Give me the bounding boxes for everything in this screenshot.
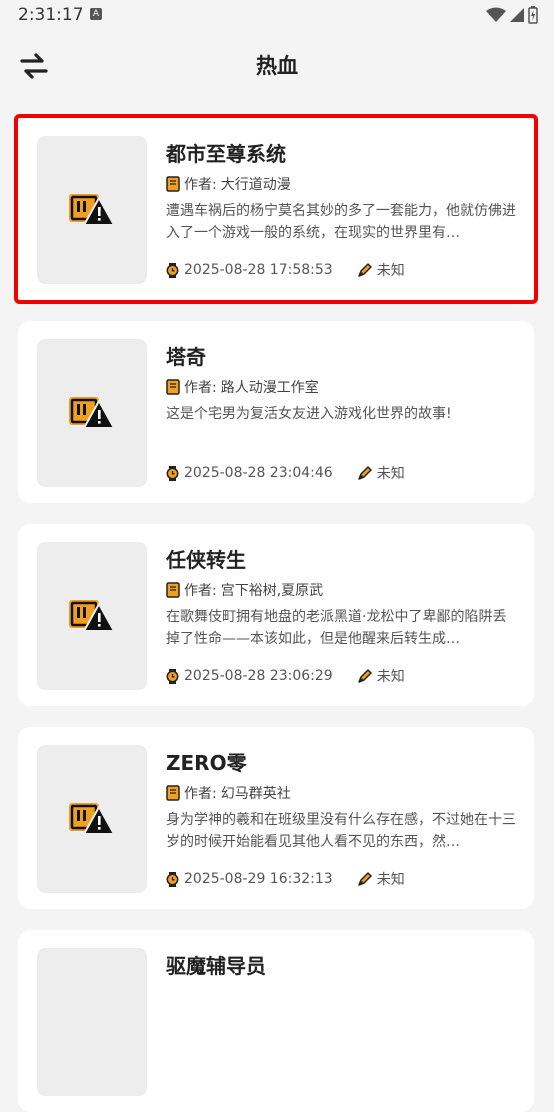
cover-placeholder xyxy=(37,339,147,487)
author-name: 路人动漫工作室 xyxy=(220,380,319,396)
comic-title: 都市至尊系统 xyxy=(166,142,286,166)
cover-placeholder xyxy=(37,542,147,690)
update-time: 2025-08-28 17:58:53 xyxy=(184,262,333,278)
status-time: 2:31:17 xyxy=(18,5,84,25)
status-text: 未知 xyxy=(376,466,405,482)
meta-row: 2025-08-28 17:58:53 未知 xyxy=(166,260,405,280)
update-time: 2025-08-29 16:32:13 xyxy=(184,871,333,887)
comic-title: 驱魔辅导员 xyxy=(166,954,266,978)
author-row: 作者: 幻马群英社 xyxy=(166,783,291,803)
pen-icon xyxy=(357,871,372,886)
app-bar: 热血 xyxy=(0,32,554,100)
broken-image-icon xyxy=(69,194,115,226)
book-icon xyxy=(166,379,180,395)
update-time: 2025-08-28 23:04:46 xyxy=(184,465,333,481)
page-title: 热血 xyxy=(256,54,298,78)
author-prefix: 作者: xyxy=(184,177,217,193)
comic-card[interactable]: 塔奇 作者: 路人动漫工作室 这是个宅男为复活女友进入游戏化世界的故事! 202… xyxy=(18,321,534,503)
author-prefix: 作者: xyxy=(184,380,217,396)
comic-title: ZERO零 xyxy=(166,751,247,775)
pen-icon xyxy=(357,465,372,480)
comic-card[interactable]: 驱魔辅导员 xyxy=(18,930,534,1112)
wifi-icon xyxy=(486,7,506,22)
author-row: 作者: 宫下裕树,夏原武 xyxy=(166,580,323,600)
comic-description: 遭遇车祸后的杨宁莫名其妙的多了一套能力，他就仿佛进入了一个游戏一般的系统，在现实… xyxy=(166,203,516,241)
comic-description: 身为学神的羲和在班级里没有什么存在感，不过她在十三岁的时候开始能看见其他人看不见… xyxy=(166,812,516,850)
status-icons xyxy=(486,6,538,24)
author-name: 宫下裕树,夏原武 xyxy=(220,583,324,599)
clock-icon xyxy=(166,871,179,887)
battery-icon xyxy=(528,6,538,24)
broken-image-icon xyxy=(69,803,115,835)
meta-row: 2025-08-29 16:32:13 未知 xyxy=(166,869,405,889)
pen-icon xyxy=(357,668,372,683)
pen-icon xyxy=(357,262,372,277)
broken-image-icon xyxy=(69,397,115,429)
comic-card[interactable]: 都市至尊系统 作者: 大行道动漫 遭遇车祸后的杨宁莫名其妙的多了一套能力，他就仿… xyxy=(18,118,534,300)
update-time: 2025-08-28 23:06:29 xyxy=(184,668,333,684)
status-text: 未知 xyxy=(376,669,405,685)
comic-title: 塔奇 xyxy=(166,345,206,369)
comic-title: 任侠转生 xyxy=(166,548,246,572)
author-name: 大行道动漫 xyxy=(220,177,291,193)
book-icon xyxy=(166,176,180,192)
clock-icon xyxy=(166,262,179,278)
cover-placeholder xyxy=(37,745,147,893)
author-name: 幻马群英社 xyxy=(220,786,291,802)
author-prefix: 作者: xyxy=(184,583,217,599)
clock-icon xyxy=(166,465,179,481)
comic-description: 在歌舞伎町拥有地盘的老派黑道·龙松中了卑鄙的陷阱丢掉了性命——本该如此，但是他醒… xyxy=(166,609,507,647)
status-badge: A xyxy=(90,8,102,20)
author-prefix: 作者: xyxy=(184,786,217,802)
clock-icon xyxy=(166,668,179,684)
comic-card[interactable]: ZERO零 作者: 幻马群英社 身为学神的羲和在班级里没有什么存在感，不过她在十… xyxy=(18,727,534,909)
status-text: 未知 xyxy=(376,872,405,888)
cover-placeholder xyxy=(37,136,147,284)
status-bar: 2:31:17 A xyxy=(0,0,554,32)
broken-image-icon xyxy=(69,600,115,632)
comic-card[interactable]: 任侠转生 作者: 宫下裕树,夏原武 在歌舞伎町拥有地盘的老派黑道·龙松中了卑鄙的… xyxy=(18,524,534,706)
meta-row: 2025-08-28 23:06:29 未知 xyxy=(166,666,405,686)
cover-placeholder xyxy=(37,948,147,1096)
book-icon xyxy=(166,785,180,801)
meta-row: 2025-08-28 23:04:46 未知 xyxy=(166,463,405,483)
status-text: 未知 xyxy=(376,263,405,279)
signal-icon xyxy=(510,8,524,22)
comic-description: 这是个宅男为复活女友进入游戏化世界的故事! xyxy=(166,406,452,422)
book-icon xyxy=(166,582,180,598)
author-row: 作者: 大行道动漫 xyxy=(166,174,291,194)
author-row: 作者: 路人动漫工作室 xyxy=(166,377,319,397)
